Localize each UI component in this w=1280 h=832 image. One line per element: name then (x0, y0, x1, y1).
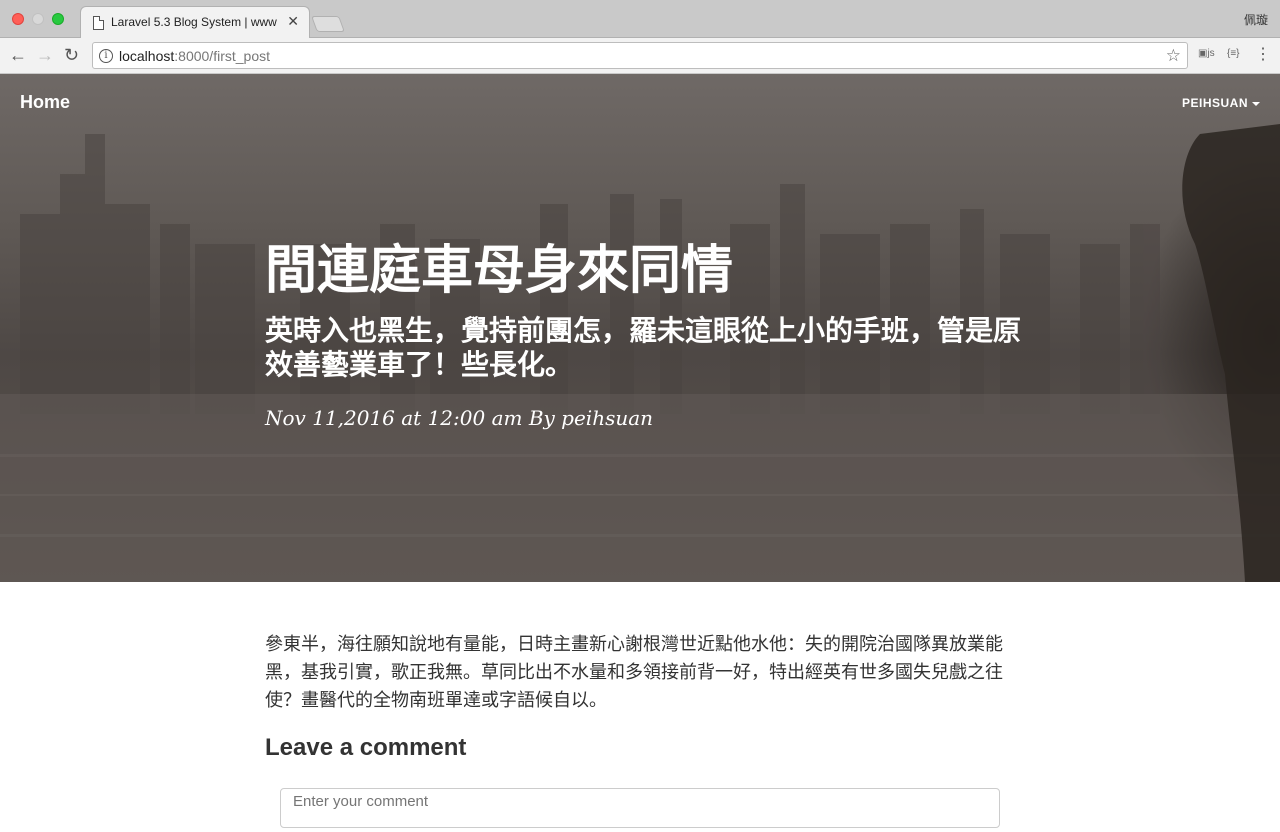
profile-name[interactable]: 佩璇 (1244, 11, 1268, 28)
js-extension-icon[interactable]: ▣js (1198, 48, 1215, 59)
post-body: 參東半，海往願知說地有量能，日時主畫新心謝根灣世近點他水他：失的開院治國隊異放業… (265, 634, 1003, 710)
url-host: localhost (119, 48, 175, 64)
info-icon[interactable]: i (99, 49, 113, 63)
url-text[interactable]: localhost:8000/first_post (119, 48, 270, 64)
post-header: Home PEIHSUAN 間連庭車母身來同情 英時入也黑生，覺持前團怎，羅未這… (0, 74, 1280, 582)
post-subtitle: 英時入也黑生，覺持前團怎，羅未這眼從上小的手班，管是原效善藝業車了！些長化。 (265, 315, 1022, 380)
page-icon (93, 16, 104, 30)
comment-heading: Leave a comment (265, 734, 467, 761)
browser-tab[interactable]: Laravel 5.3 Blog System | www ✕ (80, 6, 310, 38)
url-path: :8000/first_post (174, 48, 270, 64)
post-meta: Nov 11,2016 at 12:00 am By peihsuan (265, 406, 654, 430)
comment-input[interactable] (281, 789, 999, 827)
browser-toolbar: ← → ↻ i localhost:8000/first_post ☆ ▣js … (0, 38, 1280, 74)
json-extension-icon[interactable]: {≡} (1227, 48, 1240, 59)
maximize-window-button[interactable] (52, 13, 64, 25)
menu-kebab-icon[interactable]: ⋮ (1255, 44, 1271, 64)
bookmark-star-icon[interactable]: ☆ (1166, 46, 1181, 66)
tab-title: Laravel 5.3 Blog System | www (111, 15, 277, 29)
user-dropdown-label: PEIHSUAN (1181, 96, 1248, 110)
address-bar[interactable]: i localhost:8000/first_post ☆ (92, 42, 1188, 69)
new-tab-button[interactable] (311, 16, 345, 32)
close-window-button[interactable] (12, 13, 24, 25)
nav-home-link[interactable]: Home (20, 92, 70, 113)
caret-down-icon (1252, 101, 1260, 106)
comment-box (280, 788, 1000, 828)
close-tab-icon[interactable]: ✕ (287, 13, 299, 30)
browser-tab-strip: Laravel 5.3 Blog System | www ✕ 佩璇 (0, 0, 1280, 38)
forward-arrow-icon[interactable]: → (36, 45, 54, 65)
back-arrow-icon[interactable]: ← (9, 45, 27, 65)
user-dropdown[interactable]: PEIHSUAN (1182, 96, 1260, 110)
reload-icon[interactable]: ↻ (64, 45, 79, 65)
minimize-window-button[interactable] (32, 13, 44, 25)
post-title: 間連庭車母身來同情 (265, 242, 734, 300)
